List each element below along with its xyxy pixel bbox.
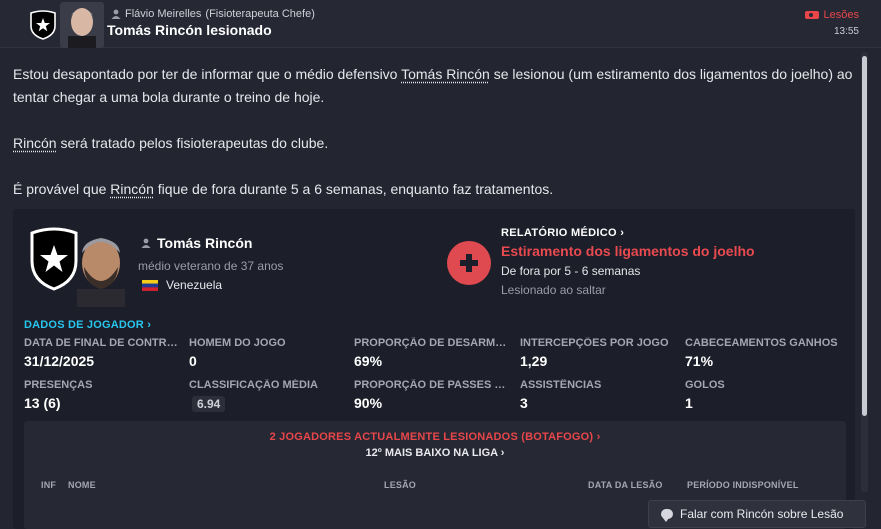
club-badge-icon bbox=[30, 10, 56, 40]
venezuela-flag-icon bbox=[142, 279, 158, 291]
message-paragraph-2: Rincón será tratado pelos fisioterapeuta… bbox=[13, 135, 329, 151]
chevron-right-icon: › bbox=[596, 431, 601, 443]
player-link[interactable]: Rincón bbox=[110, 181, 154, 197]
column-header-inf[interactable]: INF bbox=[41, 480, 56, 490]
message-header: Flávio Meirelles (Fisioterapeuta Chefe) … bbox=[0, 0, 881, 48]
chevron-right-icon: › bbox=[147, 319, 152, 331]
injury-duration: De fora por 5 - 6 semanas bbox=[501, 264, 641, 278]
stat-player-of-match: HOMEM DO JOGO 0 bbox=[189, 337, 286, 369]
column-header-unavailable-period[interactable]: PERÍODO INDISPONÍVEL bbox=[687, 480, 799, 490]
sender-avatar[interactable] bbox=[60, 2, 104, 48]
chevron-right-icon: › bbox=[500, 447, 505, 459]
stat-pass-ratio: PROPORÇÃO DE PASSES CE... 90% bbox=[354, 379, 512, 411]
player-link[interactable]: Rincón bbox=[13, 135, 57, 151]
sender-role: (Fisioterapeuta Chefe) bbox=[205, 8, 315, 20]
sender-line: Flávio Meirelles (Fisioterapeuta Chefe) bbox=[111, 8, 315, 20]
medical-cross-icon bbox=[447, 241, 491, 285]
player-name-label: Tomás Rincón bbox=[157, 235, 253, 251]
person-icon bbox=[111, 9, 121, 19]
stat-tackle-ratio: PROPORÇÃO DE DESARMES... 69% bbox=[354, 337, 512, 369]
medical-report-link[interactable]: RELATÓRIO MÉDICO › bbox=[501, 227, 624, 239]
rating-pill: 6.94 bbox=[192, 396, 226, 412]
player-data-link[interactable]: DADOS DE JOGADOR › bbox=[24, 319, 151, 331]
stat-appearances: PRESENÇAS 13 (6) bbox=[24, 379, 93, 411]
message-subject: Tomás Rincón lesionado bbox=[107, 22, 272, 38]
column-header-injury[interactable]: LESÃO bbox=[384, 480, 416, 490]
chevron-right-icon: › bbox=[620, 227, 625, 239]
talk-about-injury-button[interactable]: Falar com Rincón sobre Lesão bbox=[648, 500, 866, 528]
injury-card: Tomás Rincón médio veterano de 37 anos V… bbox=[13, 209, 855, 529]
player-name[interactable]: Tomás Rincón bbox=[141, 235, 252, 251]
sender-name[interactable]: Flávio Meirelles bbox=[125, 8, 201, 20]
stat-goals: GOLOS 1 bbox=[685, 379, 725, 411]
injury-tag-label: Lesões bbox=[823, 9, 859, 21]
column-header-injury-date[interactable]: DATA DA LESÃO bbox=[588, 480, 663, 490]
stat-headers-won: CABECEAMENTOS GANHOS 71% bbox=[685, 337, 838, 369]
league-rank-link[interactable]: 12º MAIS BAIXO NA LIGA › bbox=[24, 447, 846, 459]
stat-contract-end: DATA DE FINAL DE CONTRA... 31/12/2025 bbox=[24, 337, 182, 369]
chat-bubble-icon bbox=[661, 509, 673, 522]
scrollbar-thumb[interactable] bbox=[862, 56, 867, 416]
nationality-label: Venezuela bbox=[166, 278, 223, 292]
column-header-name[interactable]: NOME bbox=[68, 480, 96, 490]
injury-name: Estiramento dos ligamentos do joelho bbox=[501, 243, 755, 259]
message-paragraph-3: É provável que Rincón fique de fora dura… bbox=[13, 181, 554, 197]
player-photo[interactable] bbox=[67, 223, 135, 307]
message-body: Estou desapontado por ter de informar qu… bbox=[13, 63, 853, 224]
injury-cause: Lesionado ao saltar bbox=[501, 283, 606, 297]
injury-tag[interactable]: Lesões bbox=[804, 9, 859, 21]
player-link[interactable]: Tomás Rincón bbox=[401, 66, 490, 82]
person-icon bbox=[141, 238, 151, 248]
player-nationality[interactable]: Venezuela bbox=[142, 278, 222, 292]
injured-players-link[interactable]: 2 JOGADORES ACTUALMENTE LESIONADOS (BOTA… bbox=[24, 431, 846, 443]
message-paragraph-1: Estou desapontado por ter de informar qu… bbox=[13, 66, 853, 105]
player-description: médio veterano de 37 anos bbox=[138, 259, 284, 273]
stat-interceptions: INTERCEPÇÕES POR JOGO 1,29 bbox=[520, 337, 669, 369]
tag-icon bbox=[804, 11, 819, 19]
stat-assists: ASSISTÊNCIAS 3 bbox=[520, 379, 602, 411]
stat-average-rating: CLASSIFICAÇÃO MÉDIA 6.94 bbox=[189, 379, 318, 412]
message-time: 13:55 bbox=[833, 26, 859, 37]
talk-button-label: Falar com Rincón sobre Lesão bbox=[680, 507, 844, 521]
